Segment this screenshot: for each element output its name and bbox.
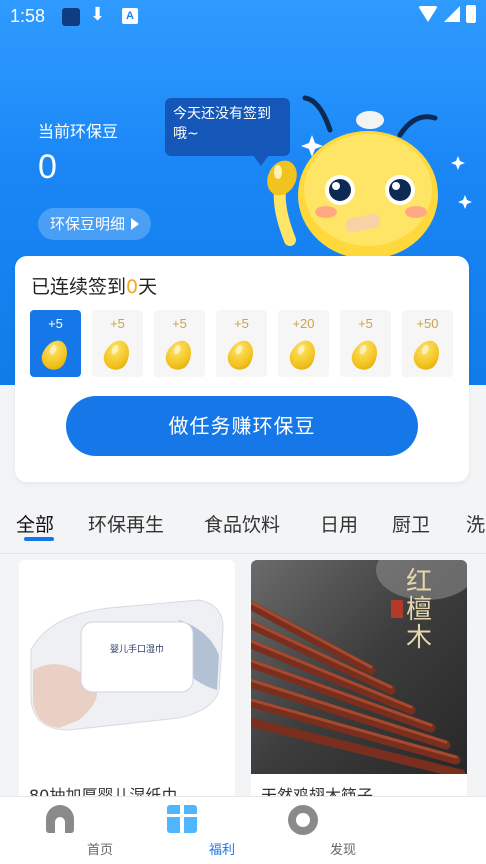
download-icon: ⬇ xyxy=(90,4,106,24)
notification-icon xyxy=(62,8,80,26)
signin-day-6[interactable]: +5 xyxy=(340,310,391,377)
product-card-wipes[interactable]: 婴儿手口湿巾 80抽加厚婴儿湿纸巾… xyxy=(19,560,235,810)
streak-prefix: 已连续签到 xyxy=(31,276,127,298)
earn-points-button[interactable]: 做任务赚环保豆 xyxy=(66,396,418,456)
svg-text:檀: 檀 xyxy=(406,595,432,625)
tab-recycle[interactable]: 环保再生 xyxy=(88,510,164,537)
bean-icon xyxy=(99,336,135,374)
bean-icon xyxy=(285,336,321,374)
wifi-icon xyxy=(418,6,438,22)
bean-icon xyxy=(223,336,259,374)
active-tab-indicator xyxy=(24,537,54,541)
signin-day-3[interactable]: +5 xyxy=(154,310,205,377)
bean-icon xyxy=(347,336,383,374)
home-icon xyxy=(46,805,74,833)
streak-days: 0 xyxy=(126,276,139,298)
nav-discover[interactable]: 发现 xyxy=(263,797,356,864)
signin-card: 已连续签到0天 +5 +5 +5 +5 +20 +5 +50 做任务赚环保豆 xyxy=(15,256,469,482)
nav-discover-label: 发现 xyxy=(329,843,356,858)
day-points: +5 xyxy=(172,316,187,331)
tab-food-drinks[interactable]: 食品饮料 xyxy=(204,510,280,537)
signin-day-4[interactable]: +5 xyxy=(216,310,267,377)
nav-home[interactable]: 首页 xyxy=(20,797,113,864)
day-points: +5 xyxy=(358,316,373,331)
tab-daily[interactable]: 日用 xyxy=(320,510,358,537)
day-points: +20 xyxy=(292,316,315,331)
nav-welfare-label: 福利 xyxy=(208,843,235,858)
bean-icon xyxy=(37,336,73,374)
gift-icon xyxy=(167,805,197,833)
svg-text:木: 木 xyxy=(406,623,432,653)
signin-day-7[interactable]: +50 xyxy=(402,310,453,377)
bottom-navigation: 首页 福利 发现 xyxy=(0,796,486,864)
points-detail-label: 环保豆明细 xyxy=(50,215,126,233)
day-points: +5 xyxy=(110,316,125,331)
nav-home-label: 首页 xyxy=(86,843,113,858)
status-bar: 1:58 ⬇ A xyxy=(0,0,486,34)
signin-day-2[interactable]: +5 xyxy=(92,310,143,377)
day-points: +5 xyxy=(234,316,249,331)
points-value: 0 xyxy=(38,148,57,186)
points-label: 当前环保豆 xyxy=(38,122,119,141)
a-icon: A xyxy=(122,8,138,24)
day-points: +5 xyxy=(48,316,63,331)
play-arrow-icon xyxy=(131,218,140,230)
package-label: 婴儿手口湿巾 xyxy=(110,643,164,655)
streak-suffix: 天 xyxy=(138,276,158,298)
discover-icon xyxy=(288,805,318,835)
tab-kitchen-bath[interactable]: 厨卫 xyxy=(392,510,430,537)
signin-day-1[interactable]: +5 xyxy=(30,310,81,377)
product-card-chopsticks[interactable]: 红 檀 木 天然鸡翅木筷子… xyxy=(251,560,467,810)
tab-wash[interactable]: 洗 xyxy=(466,510,485,537)
status-time: 1:58 xyxy=(10,6,46,26)
product-image: 红 檀 木 xyxy=(251,560,467,779)
product-image: 婴儿手口湿巾 xyxy=(19,560,235,774)
product-overlay-text: 红 xyxy=(406,567,432,597)
battery-icon xyxy=(466,5,476,23)
category-tabs: 全部 环保再生 食品饮料 日用 厨卫 洗 xyxy=(0,500,486,554)
signal-icon xyxy=(444,6,460,22)
nav-welfare[interactable]: 福利 xyxy=(142,797,235,864)
tab-all[interactable]: 全部 xyxy=(16,510,54,537)
bean-icon xyxy=(409,336,445,374)
points-detail-button[interactable]: 环保豆明细 xyxy=(38,208,152,240)
signin-day-5[interactable]: +20 xyxy=(278,310,329,377)
day-points: +50 xyxy=(416,316,439,331)
signin-days: +5 +5 +5 +5 +20 +5 +50 xyxy=(30,310,453,377)
bean-icon xyxy=(161,336,197,374)
mascot-illustration xyxy=(267,95,472,259)
streak-text: 已连续签到0天 xyxy=(31,272,157,299)
